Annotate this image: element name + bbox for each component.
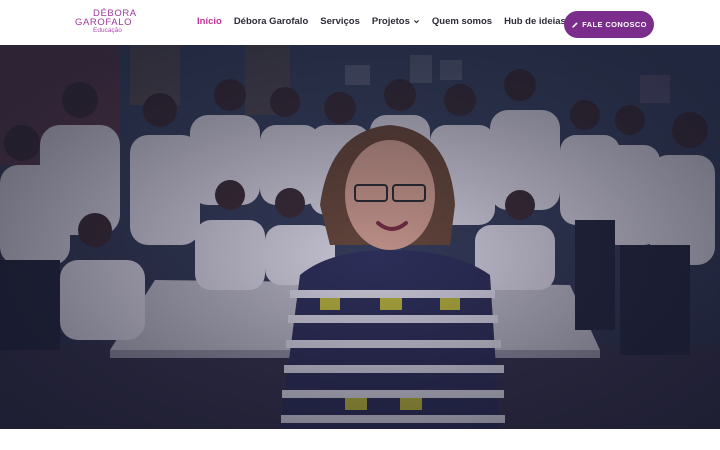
nav-item-label: Projetos (371, 16, 410, 27)
logo-line-3: Educação (93, 27, 122, 34)
nav-item-label: Início (197, 16, 222, 27)
chevron-down-icon (413, 20, 419, 24)
page-bottom (0, 429, 720, 450)
nav-item-label: Serviços (320, 16, 360, 27)
nav-item-label: Débora Garofalo (233, 16, 309, 27)
site-logo[interactable]: DÉBORA GAROFALO Educação (75, 9, 145, 37)
classroom-group-photo (0, 45, 720, 429)
nav-item-label: Quem somos (431, 16, 493, 27)
nav-item-servicos[interactable]: Serviços (320, 16, 360, 27)
pencil-icon (572, 21, 578, 28)
contact-button[interactable]: FALE CONOSCO (564, 11, 654, 38)
nav-item-debora-garofalo[interactable]: Débora Garofalo (234, 16, 308, 27)
nav-item-label: Hub de ideias (504, 16, 566, 27)
site-header: DÉBORA GAROFALO Educação Início Débora G… (0, 0, 720, 45)
contact-button-label: FALE CONOSCO (582, 20, 647, 29)
nav-item-quem-somos[interactable]: Quem somos (432, 16, 492, 27)
hero-image (0, 45, 720, 429)
main-nav: Início Débora Garofalo Serviços Projetos… (197, 16, 588, 27)
nav-item-inicio[interactable]: Início (197, 16, 222, 27)
nav-item-projetos[interactable]: Projetos (372, 16, 420, 27)
logo-line-2: GAROFALO (75, 17, 133, 28)
